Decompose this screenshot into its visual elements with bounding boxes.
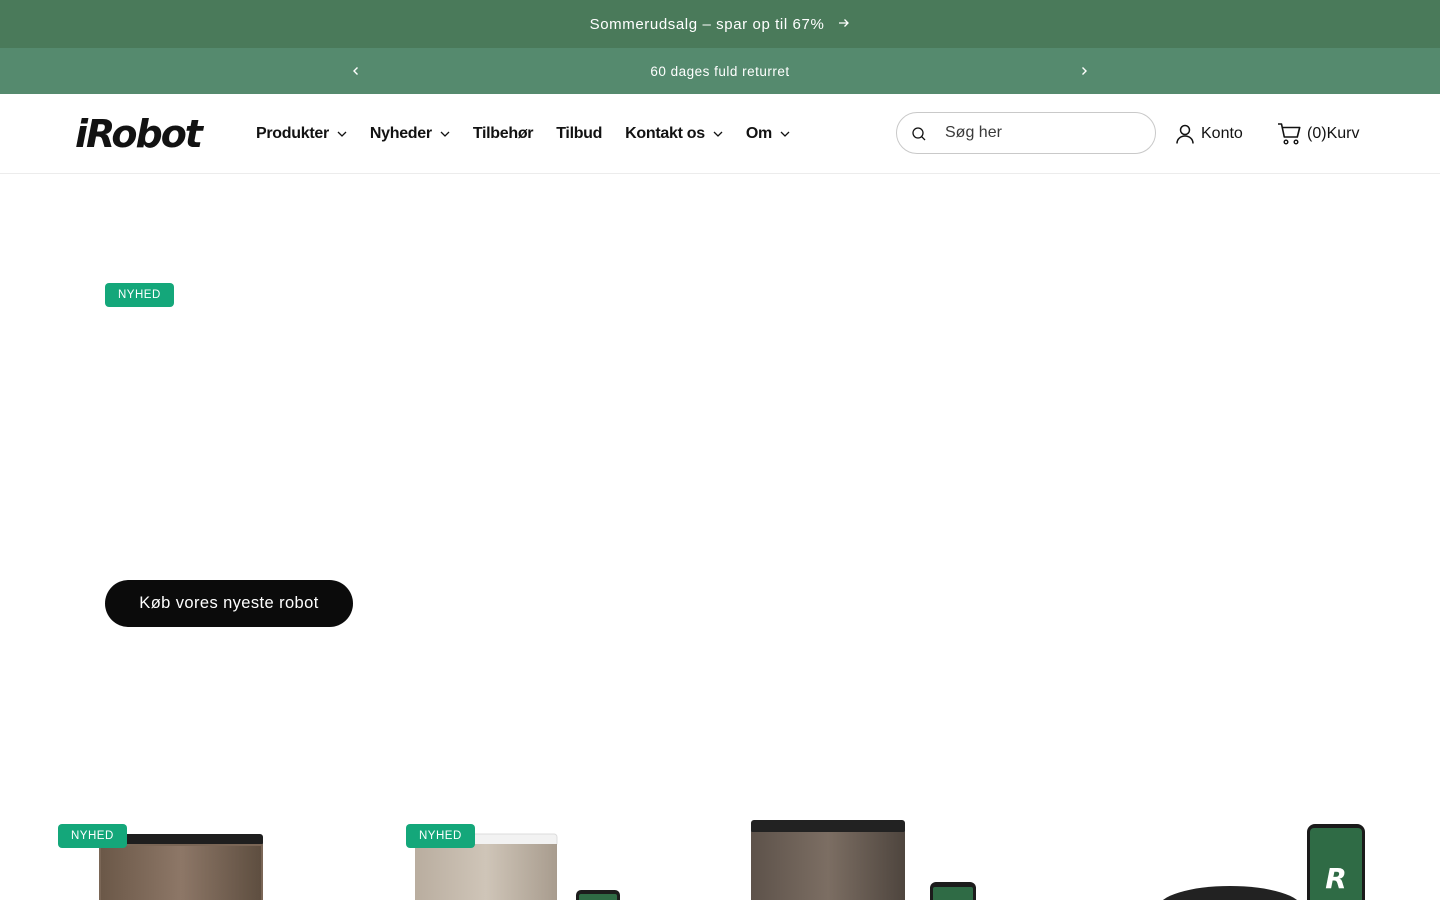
- chevron-down-icon: [337, 131, 347, 137]
- irobot-logo[interactable]: iRobot: [75, 114, 227, 154]
- announcement-bar-secondary: 60 dages fuld returret: [0, 48, 1440, 94]
- nav-label: Nyheder: [369, 125, 432, 142]
- cart-count: (0): [1307, 125, 1327, 142]
- shop-newest-robot-button[interactable]: Køb vores nyeste robot: [105, 580, 353, 627]
- search-box[interactable]: [896, 112, 1156, 154]
- account-link[interactable]: Konto: [1175, 122, 1243, 146]
- nav-item-kontakt-os[interactable]: Kontakt os: [625, 125, 723, 143]
- product-card[interactable]: NYHED: [403, 812, 703, 900]
- logo-text: iRobot: [75, 112, 203, 156]
- product-card[interactable]: NYHED: [55, 812, 355, 900]
- account-label: Konto: [1201, 125, 1243, 142]
- arrow-right-icon: [838, 16, 850, 32]
- main-nav: Produkter Nyheder Tilbehør Tilbud Kontak…: [256, 94, 813, 174]
- product-image-roomba-app: R: [1162, 824, 1365, 900]
- cart-link[interactable]: (0) Kurv: [1277, 121, 1359, 147]
- nav-item-nyheder[interactable]: Nyheder: [370, 125, 450, 143]
- chevron-down-icon: [713, 131, 723, 137]
- nav-label: Tilbehør: [472, 125, 534, 142]
- new-badge: NYHED: [406, 824, 475, 848]
- chevron-down-icon: [780, 131, 790, 137]
- cart-icon: [1277, 122, 1302, 146]
- nav-item-om[interactable]: Om: [746, 125, 790, 143]
- product-card[interactable]: R: [1140, 812, 1400, 900]
- user-icon: [1175, 123, 1195, 145]
- search-input[interactable]: [945, 121, 1145, 145]
- chevron-down-icon: [440, 131, 450, 137]
- cart-label: Kurv: [1326, 125, 1360, 142]
- new-badge: NYHED: [105, 283, 174, 307]
- announcement-bar-primary[interactable]: Sommerudsalg – spar op til 67%: [0, 0, 1440, 48]
- nav-item-tilbehor[interactable]: Tilbehør: [472, 125, 534, 143]
- product-image-clean-base-dark: [751, 820, 976, 900]
- nav-label: Om: [745, 125, 772, 142]
- site-header: iRobot Produkter Nyheder Tilbehør Tilbud…: [0, 94, 1440, 174]
- nav-item-tilbud[interactable]: Tilbud: [556, 125, 602, 143]
- nav-label: Produkter: [256, 125, 329, 142]
- search-icon[interactable]: [911, 126, 927, 142]
- hero-badge: NYHED: [105, 283, 174, 307]
- nav-item-produkter[interactable]: Produkter: [256, 125, 347, 143]
- product-card[interactable]: [745, 812, 1045, 900]
- announcement-primary-text: Sommerudsalg – spar op til 67%: [589, 15, 825, 33]
- new-badge: NYHED: [58, 824, 127, 848]
- chevron-right-icon[interactable]: [1073, 60, 1095, 82]
- nav-label: Tilbud: [556, 125, 603, 142]
- announcement-secondary-text: 60 dages fuld returret: [650, 63, 790, 79]
- svg-text:R: R: [1325, 862, 1347, 895]
- nav-label: Kontakt os: [625, 125, 705, 142]
